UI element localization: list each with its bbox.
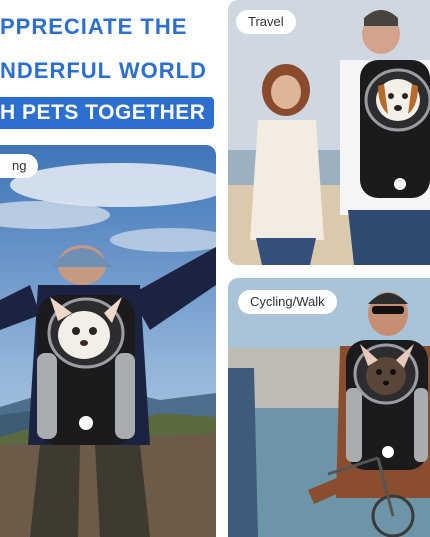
travel-tag: Travel — [236, 10, 296, 34]
cycling-photo — [228, 278, 430, 537]
headline-banner: H PETS TOGETHER — [0, 97, 214, 129]
headline-line-2: NDERFUL WORLD — [0, 58, 207, 83]
hiking-photo — [0, 145, 216, 537]
cycling-tag: Cycling/Walk — [238, 290, 337, 314]
headline-line-1: PPRECIATE THE — [0, 14, 188, 39]
hiking-photo-panel: ng — [0, 145, 216, 537]
cycling-photo-panel: Cycling/Walk — [228, 278, 430, 537]
travel-photo-panel: Travel — [228, 0, 430, 265]
travel-photo — [228, 0, 430, 265]
hiking-tag: ng — [0, 154, 39, 178]
